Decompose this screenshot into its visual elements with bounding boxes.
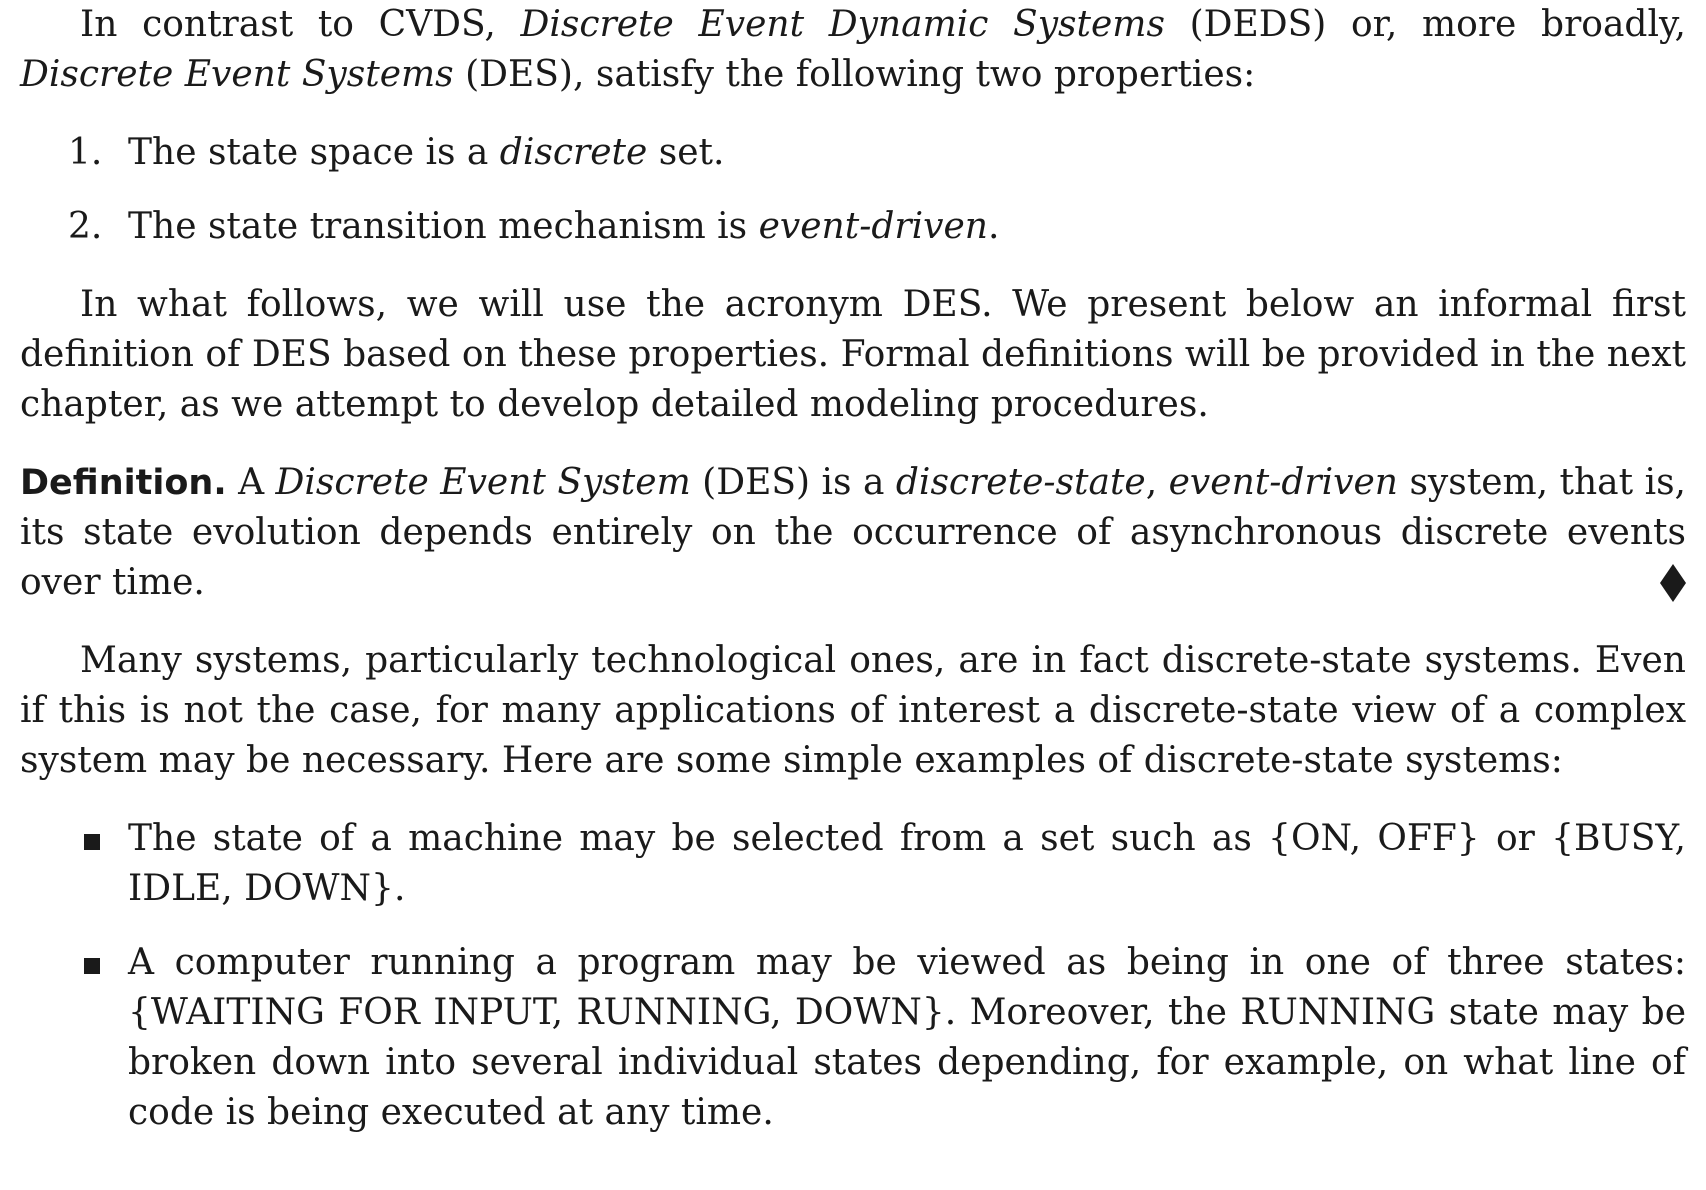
list-item: The state of a machine may be selected f… xyxy=(20,814,1686,914)
many-paragraph: Many systems, particularly technological… xyxy=(20,640,1686,781)
definition-label: Definition. xyxy=(20,463,227,503)
examples-list: The state of a machine may be selected f… xyxy=(20,814,1686,1138)
example-text: The state of a machine may be selected f… xyxy=(128,818,1686,909)
bullet-icon xyxy=(84,958,100,974)
definition-emphasis-event: event-driven xyxy=(1168,462,1398,503)
definition-term: Discrete Event System xyxy=(275,462,691,503)
property-text-end: . xyxy=(987,206,1000,247)
property-emphasis: discrete xyxy=(499,132,648,173)
property-text-end: set. xyxy=(647,132,725,173)
intro-paragraph: In contrast to CVDS, Discrete Event Dyna… xyxy=(20,0,1686,100)
list-number: 2. xyxy=(68,206,103,247)
properties-list: 1. The state space is a discrete set. 2. T… xyxy=(20,128,1686,252)
property-text: The state space is a xyxy=(128,132,500,173)
intro-text-2: (DEDS) or, more broadly, xyxy=(1164,4,1686,45)
definition-text-2: (DES) is a xyxy=(690,462,896,503)
list-item: A computer running a program may be view… xyxy=(20,938,1686,1138)
list-number: 1. xyxy=(68,132,103,173)
intro-text-3: (DES), satisfy the following two propert… xyxy=(453,54,1256,95)
property-text: The state transition mechanism is xyxy=(128,206,759,247)
property-emphasis: event-driven xyxy=(758,206,988,247)
example-text: A computer running a program may be view… xyxy=(128,942,1686,1133)
list-item: 2. The state transition mechanism is even… xyxy=(20,202,1686,252)
definition-text-3: , xyxy=(1145,462,1169,503)
definition-text-1: A xyxy=(226,462,276,503)
intro-term-deds: Discrete Event Dynamic Systems xyxy=(520,4,1165,45)
intro-text-1: In contrast to CVDS, xyxy=(80,4,521,45)
document-page: In contrast to CVDS, Discrete Event Dyna… xyxy=(20,0,1686,1162)
list-item: 1. The state space is a discrete set. xyxy=(20,128,1686,178)
follow-paragraph: In what follows, we will use the acronym… xyxy=(20,284,1686,425)
bullet-icon xyxy=(84,834,100,850)
diamond-icon xyxy=(1660,564,1686,602)
definition-block: Definition. A Discrete Event System (DES… xyxy=(20,458,1686,608)
intro-term-des: Discrete Event Systems xyxy=(20,54,454,95)
definition-emphasis-state: discrete-state xyxy=(895,462,1146,503)
